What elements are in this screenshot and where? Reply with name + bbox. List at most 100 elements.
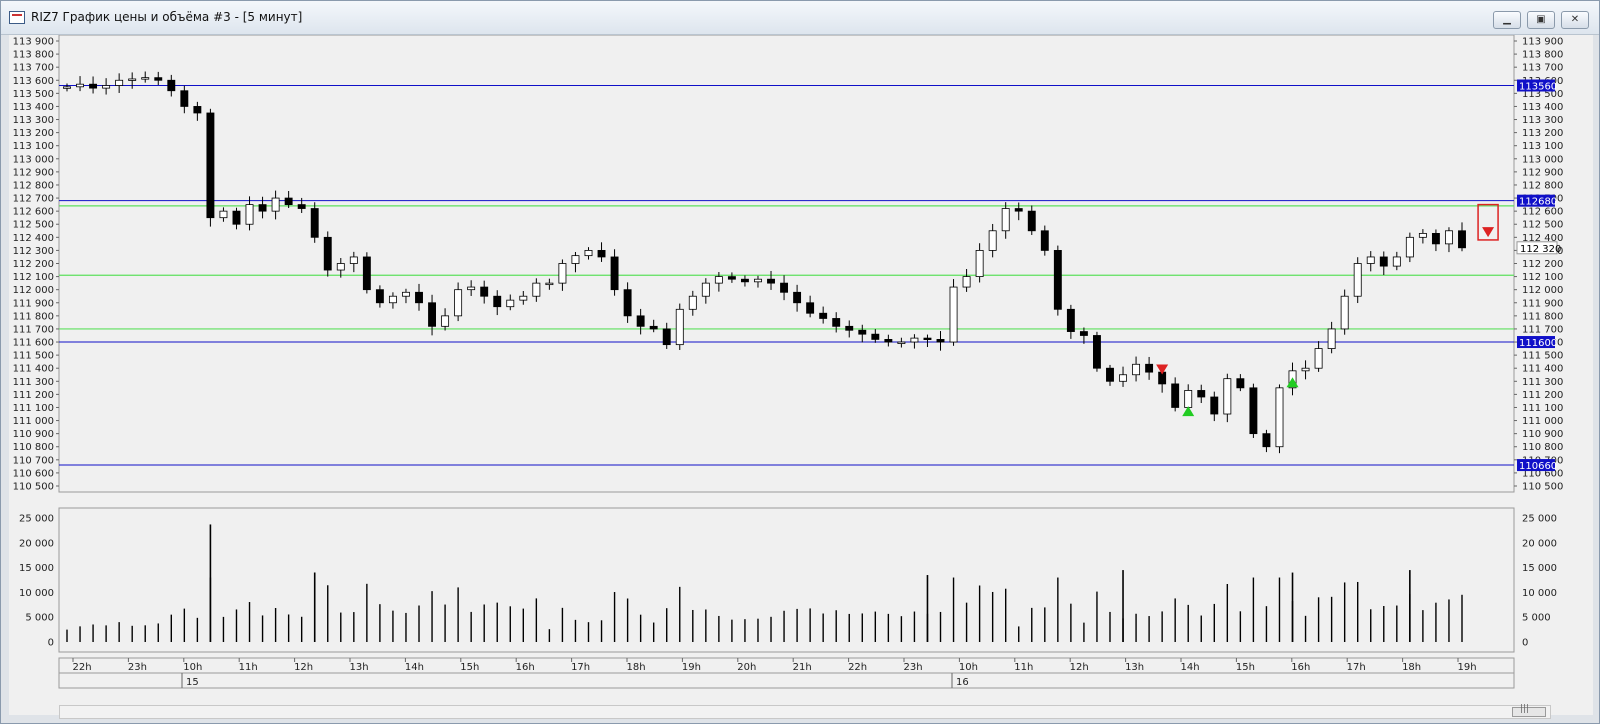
close-button[interactable]: ✕	[1561, 11, 1589, 29]
candle-body	[1132, 363, 1141, 376]
blue-level-label: 111600	[1519, 338, 1557, 349]
candle-body	[128, 78, 137, 81]
candle-body	[897, 341, 906, 344]
price-axis-right-label: 111 200	[1522, 390, 1563, 401]
price-axis-right-label: 112 100	[1522, 272, 1563, 283]
price-axis-left-label: 113 300	[13, 115, 54, 126]
volume-axis-right-label: 10 000	[1522, 588, 1557, 599]
time-axis-label: 12h	[1070, 662, 1089, 673]
candle-body	[597, 250, 606, 258]
candle-body	[740, 278, 749, 283]
price-axis-right-label: 112 200	[1522, 259, 1563, 270]
candle-body	[910, 337, 919, 343]
candle-body	[532, 282, 541, 297]
price-axis-right-label: 113 900	[1522, 37, 1563, 48]
time-axis-label: 13h	[1125, 662, 1144, 673]
price-axis-right-label: 111 500	[1522, 351, 1563, 362]
price-axis-left-label: 112 700	[13, 194, 54, 205]
candle-body	[806, 302, 815, 314]
price-axis-left-label: 112 500	[13, 220, 54, 231]
candle-body	[793, 291, 802, 304]
candle-body	[232, 210, 241, 225]
candle-body	[219, 210, 228, 219]
price-axis-left-label: 113 200	[13, 128, 54, 139]
candle-body	[63, 86, 71, 89]
candle-body	[1249, 387, 1258, 435]
candle-body	[780, 282, 789, 293]
time-axis-label: 19h	[1457, 662, 1476, 673]
candle-body	[1353, 263, 1362, 297]
price-axis-left-label: 112 600	[13, 207, 54, 218]
time-axis-label: 14h	[405, 662, 424, 673]
candle-body	[636, 315, 645, 327]
candle-body	[1418, 232, 1427, 238]
price-axis-right-label: 113 700	[1522, 63, 1563, 74]
candle-body	[610, 256, 619, 291]
candle-body	[819, 312, 828, 319]
candle-body	[454, 289, 463, 317]
candle-body	[545, 282, 554, 286]
scrollbar-thumb[interactable]	[1512, 704, 1546, 717]
candle-body	[297, 204, 306, 209]
maximize-button[interactable]: ▣	[1527, 11, 1555, 29]
candle-body	[154, 77, 163, 81]
window-title: RIZ7 График цены и объёма #3 - [5 минут]	[31, 10, 303, 24]
candle-body	[1040, 230, 1049, 251]
horizontal-scrollbar[interactable]	[59, 704, 1551, 719]
price-axis-right-label: 111 100	[1522, 403, 1563, 414]
volume-axis-right-label: 15 000	[1522, 563, 1557, 574]
candle-body	[375, 289, 384, 304]
volume-axis-left-label: 20 000	[19, 538, 54, 549]
price-axis-right-label: 113 000	[1522, 154, 1563, 165]
price-axis-left-label: 112 000	[13, 285, 54, 296]
candle-body	[1053, 250, 1062, 310]
price-axis-right-label: 112 600	[1522, 207, 1563, 218]
price-axis-right-label: 113 200	[1522, 128, 1563, 139]
price-axis-left-label: 111 700	[13, 324, 54, 335]
volume-axis-left-label: 5 000	[25, 613, 54, 624]
candle-body	[388, 295, 397, 304]
candle-body	[402, 291, 410, 297]
candle-body	[493, 295, 502, 308]
time-axis-label: 16h	[516, 662, 535, 673]
candle-body	[662, 328, 671, 346]
price-axis-left-label: 111 400	[13, 364, 54, 375]
price-axis-left-label: 112 400	[13, 233, 54, 244]
candle-body	[962, 276, 971, 288]
volume-axis-left-label: 0	[48, 638, 54, 649]
time-axis-label: 22h	[848, 662, 867, 673]
candle-body	[1093, 335, 1101, 369]
candle-body	[1340, 295, 1349, 330]
minimize-button[interactable]: ▁	[1493, 11, 1521, 29]
price-axis-left-label: 110 500	[13, 482, 54, 493]
volume-axis-left-label: 15 000	[19, 563, 54, 574]
candle-body	[102, 85, 111, 89]
title-bar[interactable]: RIZ7 График цены и объёма #3 - [5 минут]…	[1, 1, 1599, 35]
price-axis-left-label: 110 600	[13, 468, 54, 479]
price-axis-right-label: 112 000	[1522, 285, 1563, 296]
price-volume-chart[interactable]: 113 900 113 900 113 800 113 800 113 700 113 7…	[9, 34, 1593, 715]
price-axis-left-label: 110 700	[13, 455, 54, 466]
candle-body	[467, 286, 476, 291]
time-axis-label: 18h	[626, 662, 645, 673]
candle-body	[688, 295, 697, 310]
time-axis-label: 11h	[239, 662, 258, 673]
price-axis-left-label: 113 600	[13, 76, 54, 87]
candle-body	[441, 315, 450, 327]
price-axis-right-label: 111 900	[1522, 298, 1563, 309]
time-axis-label: 17h	[571, 662, 590, 673]
time-axis-label: 18h	[1402, 662, 1421, 673]
time-axis-label: 15h	[460, 662, 479, 673]
price-axis-left-label: 113 100	[13, 141, 54, 152]
date-label: 15	[186, 677, 199, 688]
candle-body	[1445, 230, 1453, 245]
chart-area[interactable]: 113 900 113 900 113 800 113 800 113 700 113 7…	[9, 34, 1593, 715]
candle-body	[1079, 331, 1088, 336]
candle-body	[1301, 367, 1310, 372]
price-axis-right-label: 113 800	[1522, 50, 1563, 61]
price-axis-right-label: 110 800	[1522, 442, 1563, 453]
price-axis-left-label: 113 700	[13, 63, 54, 74]
price-axis-left-label: 111 900	[13, 298, 54, 309]
candle-body	[1236, 378, 1245, 389]
candle-body	[1106, 367, 1114, 382]
